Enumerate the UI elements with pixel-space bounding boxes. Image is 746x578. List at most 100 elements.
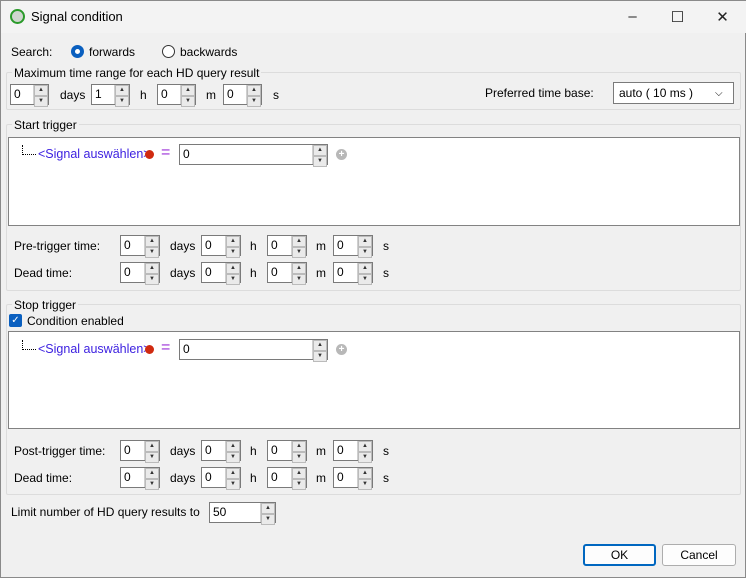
spin-arrows[interactable]: ▲ ▼	[312, 145, 327, 167]
window-title: Signal condition	[31, 9, 123, 24]
s-unit-label: s	[383, 444, 389, 458]
stop-row-label: Post-trigger time:	[14, 444, 106, 458]
max-days-spinner-value: 0	[14, 87, 21, 101]
stop-trigger-title: Stop trigger	[12, 298, 79, 312]
max-m-spinner[interactable]: 0 ▲ ▼	[157, 84, 196, 107]
spin-arrows[interactable]: ▲ ▼	[291, 441, 306, 463]
spin-arrows[interactable]: ▲ ▼	[357, 468, 372, 490]
spin-arrows[interactable]: ▲ ▼	[246, 85, 261, 107]
spin-arrows[interactable]: ▲ ▼	[33, 85, 48, 107]
start-h-spinner-value: 0	[205, 238, 212, 252]
stop-s-spinner[interactable]: 0 ▲ ▼	[333, 440, 373, 463]
limit-spinner[interactable]: 50 ▲ ▼	[209, 502, 276, 525]
equals-operator[interactable]: =	[161, 339, 170, 357]
radio-forwards[interactable]	[71, 45, 84, 58]
add-condition-icon[interactable]: +	[336, 344, 347, 355]
max-h-spinner[interactable]: 1 ▲ ▼	[91, 84, 130, 107]
tree-connector	[22, 145, 36, 155]
h-unit-label: h	[140, 88, 147, 102]
m-unit-label: m	[316, 266, 326, 280]
stop-s-spinner[interactable]: 0 ▲ ▼	[333, 467, 373, 490]
max-s-spinner-value: 0	[227, 87, 234, 101]
start-h-spinner-value: 0	[205, 265, 212, 279]
add-condition-icon[interactable]: +	[336, 149, 347, 160]
app-icon	[10, 9, 25, 24]
spin-arrows[interactable]: ▲ ▼	[114, 85, 129, 107]
stop-m-spinner[interactable]: 0 ▲ ▼	[267, 467, 307, 490]
h-unit-label: h	[250, 239, 257, 253]
spin-arrows[interactable]: ▲ ▼	[312, 340, 327, 362]
max-range-title: Maximum time range for each HD query res…	[12, 66, 262, 80]
m-unit-label: m	[316, 239, 326, 253]
condition-enabled-checkbox[interactable]: ✓	[9, 314, 22, 327]
start-trigger-title: Start trigger	[12, 118, 79, 132]
start-s-spinner[interactable]: 0 ▲ ▼	[333, 262, 373, 285]
stop-days-spinner[interactable]: 0 ▲ ▼	[120, 440, 160, 463]
radio-backwards[interactable]	[162, 45, 175, 58]
h-unit-label: h	[250, 471, 257, 485]
spin-arrows[interactable]: ▲ ▼	[225, 441, 240, 463]
maximize-button[interactable]: ☐	[655, 1, 700, 32]
signal-select-link[interactable]: <Signal auswählen>	[38, 342, 151, 356]
minimize-button[interactable]: –	[610, 1, 655, 32]
spin-arrows[interactable]: ▲ ▼	[225, 263, 240, 285]
condition-enabled-label: Condition enabled	[27, 314, 124, 328]
stop-m-spinner[interactable]: 0 ▲ ▼	[267, 440, 307, 463]
spin-arrows[interactable]: ▲ ▼	[291, 468, 306, 490]
spin-arrows[interactable]: ▲ ▼	[357, 263, 372, 285]
spin-arrows[interactable]: ▲ ▼	[291, 236, 306, 258]
title-bar: Signal condition – ☐ ✕	[1, 1, 746, 33]
spin-arrows[interactable]: ▲ ▼	[357, 236, 372, 258]
start-days-spinner-value: 0	[124, 238, 131, 252]
start-h-spinner[interactable]: 0 ▲ ▼	[201, 262, 241, 285]
spin-arrows[interactable]: ▲ ▼	[144, 236, 159, 258]
start-m-spinner-value: 0	[271, 265, 278, 279]
stop-m-spinner-value: 0	[271, 470, 278, 484]
days-unit-label: days	[170, 471, 196, 485]
stop-h-spinner[interactable]: 0 ▲ ▼	[201, 467, 241, 490]
stop-value-spinner-value: 0	[183, 342, 190, 356]
spin-arrows[interactable]: ▲ ▼	[144, 468, 159, 490]
stop-value-spinner[interactable]: 0 ▲ ▼	[179, 339, 328, 362]
s-unit-label: s	[383, 266, 389, 280]
stop-h-spinner-value: 0	[205, 470, 212, 484]
spin-arrows[interactable]: ▲ ▼	[225, 468, 240, 490]
spin-arrows[interactable]: ▲ ▼	[291, 263, 306, 285]
start-value-spinner[interactable]: 0 ▲ ▼	[179, 144, 328, 167]
spin-arrows[interactable]: ▲ ▼	[357, 441, 372, 463]
error-icon	[145, 150, 154, 159]
limit-value: 50	[213, 505, 227, 519]
start-value-spinner-value: 0	[183, 147, 190, 161]
start-m-spinner[interactable]: 0 ▲ ▼	[267, 235, 307, 258]
search-label: Search:	[11, 45, 53, 59]
signal-select-link[interactable]: <Signal auswählen>	[38, 147, 151, 161]
start-days-spinner[interactable]: 0 ▲ ▼	[120, 262, 160, 285]
spin-arrows[interactable]: ▲ ▼	[180, 85, 195, 107]
preferred-time-base-select[interactable]: auto ( 10 ms ) ⌵	[613, 82, 734, 104]
max-days-spinner[interactable]: 0 ▲ ▼	[10, 84, 49, 107]
start-h-spinner[interactable]: 0 ▲ ▼	[201, 235, 241, 258]
start-m-spinner[interactable]: 0 ▲ ▼	[267, 262, 307, 285]
max-h-spinner-value: 1	[95, 87, 102, 101]
spin-arrows[interactable]: ▲ ▼	[225, 236, 240, 258]
preferred-time-base-label: Preferred time base:	[485, 86, 594, 100]
stop-m-spinner-value: 0	[271, 443, 278, 457]
equals-operator[interactable]: =	[161, 144, 170, 162]
start-days-spinner[interactable]: 0 ▲ ▼	[120, 235, 160, 258]
start-s-spinner-value: 0	[337, 238, 344, 252]
days-unit-label: days	[170, 266, 196, 280]
m-unit-label: m	[316, 471, 326, 485]
max-s-spinner[interactable]: 0 ▲ ▼	[223, 84, 262, 107]
stop-days-spinner[interactable]: 0 ▲ ▼	[120, 467, 160, 490]
spin-arrows[interactable]: ▲ ▼	[144, 441, 159, 463]
max-m-spinner-value: 0	[161, 87, 168, 101]
start-s-spinner-value: 0	[337, 265, 344, 279]
ok-button[interactable]: OK	[583, 544, 656, 566]
start-row-label: Dead time:	[14, 266, 73, 280]
error-icon	[145, 345, 154, 354]
stop-h-spinner[interactable]: 0 ▲ ▼	[201, 440, 241, 463]
cancel-button[interactable]: Cancel	[662, 544, 736, 566]
spin-arrows[interactable]: ▲ ▼	[144, 263, 159, 285]
close-button[interactable]: ✕	[700, 1, 745, 32]
start-s-spinner[interactable]: 0 ▲ ▼	[333, 235, 373, 258]
